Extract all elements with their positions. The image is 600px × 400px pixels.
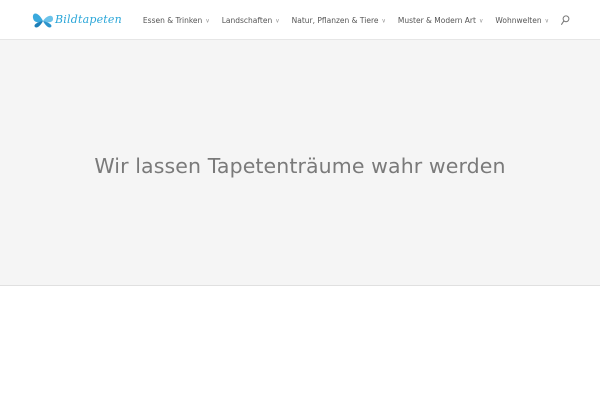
nav-item-label: Muster & Modern Art xyxy=(397,15,476,25)
nav-item-label: Wohnwelten xyxy=(495,15,542,25)
chevron-down-icon: ∨ xyxy=(205,17,210,24)
hero-title: Wir lassen Tapetenträume wahr werden xyxy=(94,153,506,178)
nav-item-landschaften[interactable]: Landschaften ∨ xyxy=(222,16,280,25)
site-header: Bildtapeten Essen & Trinken ∨ Landschaft… xyxy=(0,0,600,40)
main-navigation: Essen & Trinken ∨ Landschaften ∨ Natur, … xyxy=(143,0,570,40)
hero-section: Wir lassen Tapetenträume wahr werden xyxy=(0,40,600,286)
nav-item-natur-pflanzen-tiere[interactable]: Natur, Pflanzen & Tiere ∨ xyxy=(292,16,386,25)
nav-item-label: Landschaften xyxy=(221,15,273,25)
chevron-down-icon: ∨ xyxy=(478,17,484,24)
nav-item-label: Essen & Trinken xyxy=(142,15,203,25)
chevron-down-icon: ∨ xyxy=(381,17,386,24)
search-icon[interactable] xyxy=(561,15,570,25)
nav-item-label: Natur, Pflanzen & Tiere xyxy=(291,15,379,25)
site-logo-link[interactable]: Bildtapeten xyxy=(31,8,122,32)
chevron-down-icon: ∨ xyxy=(275,17,280,24)
chevron-down-icon: ∨ xyxy=(544,17,549,24)
butterfly-logo-icon xyxy=(32,13,53,28)
nav-item-muster-modern-art[interactable]: Muster & Modern Art ∨ xyxy=(398,16,483,25)
nav-item-essen-trinken[interactable]: Essen & Trinken ∨ xyxy=(143,16,210,25)
logo-text: Bildtapeten xyxy=(55,12,122,26)
nav-item-wohnwelten[interactable]: Wohnwelten ∨ xyxy=(495,16,549,25)
